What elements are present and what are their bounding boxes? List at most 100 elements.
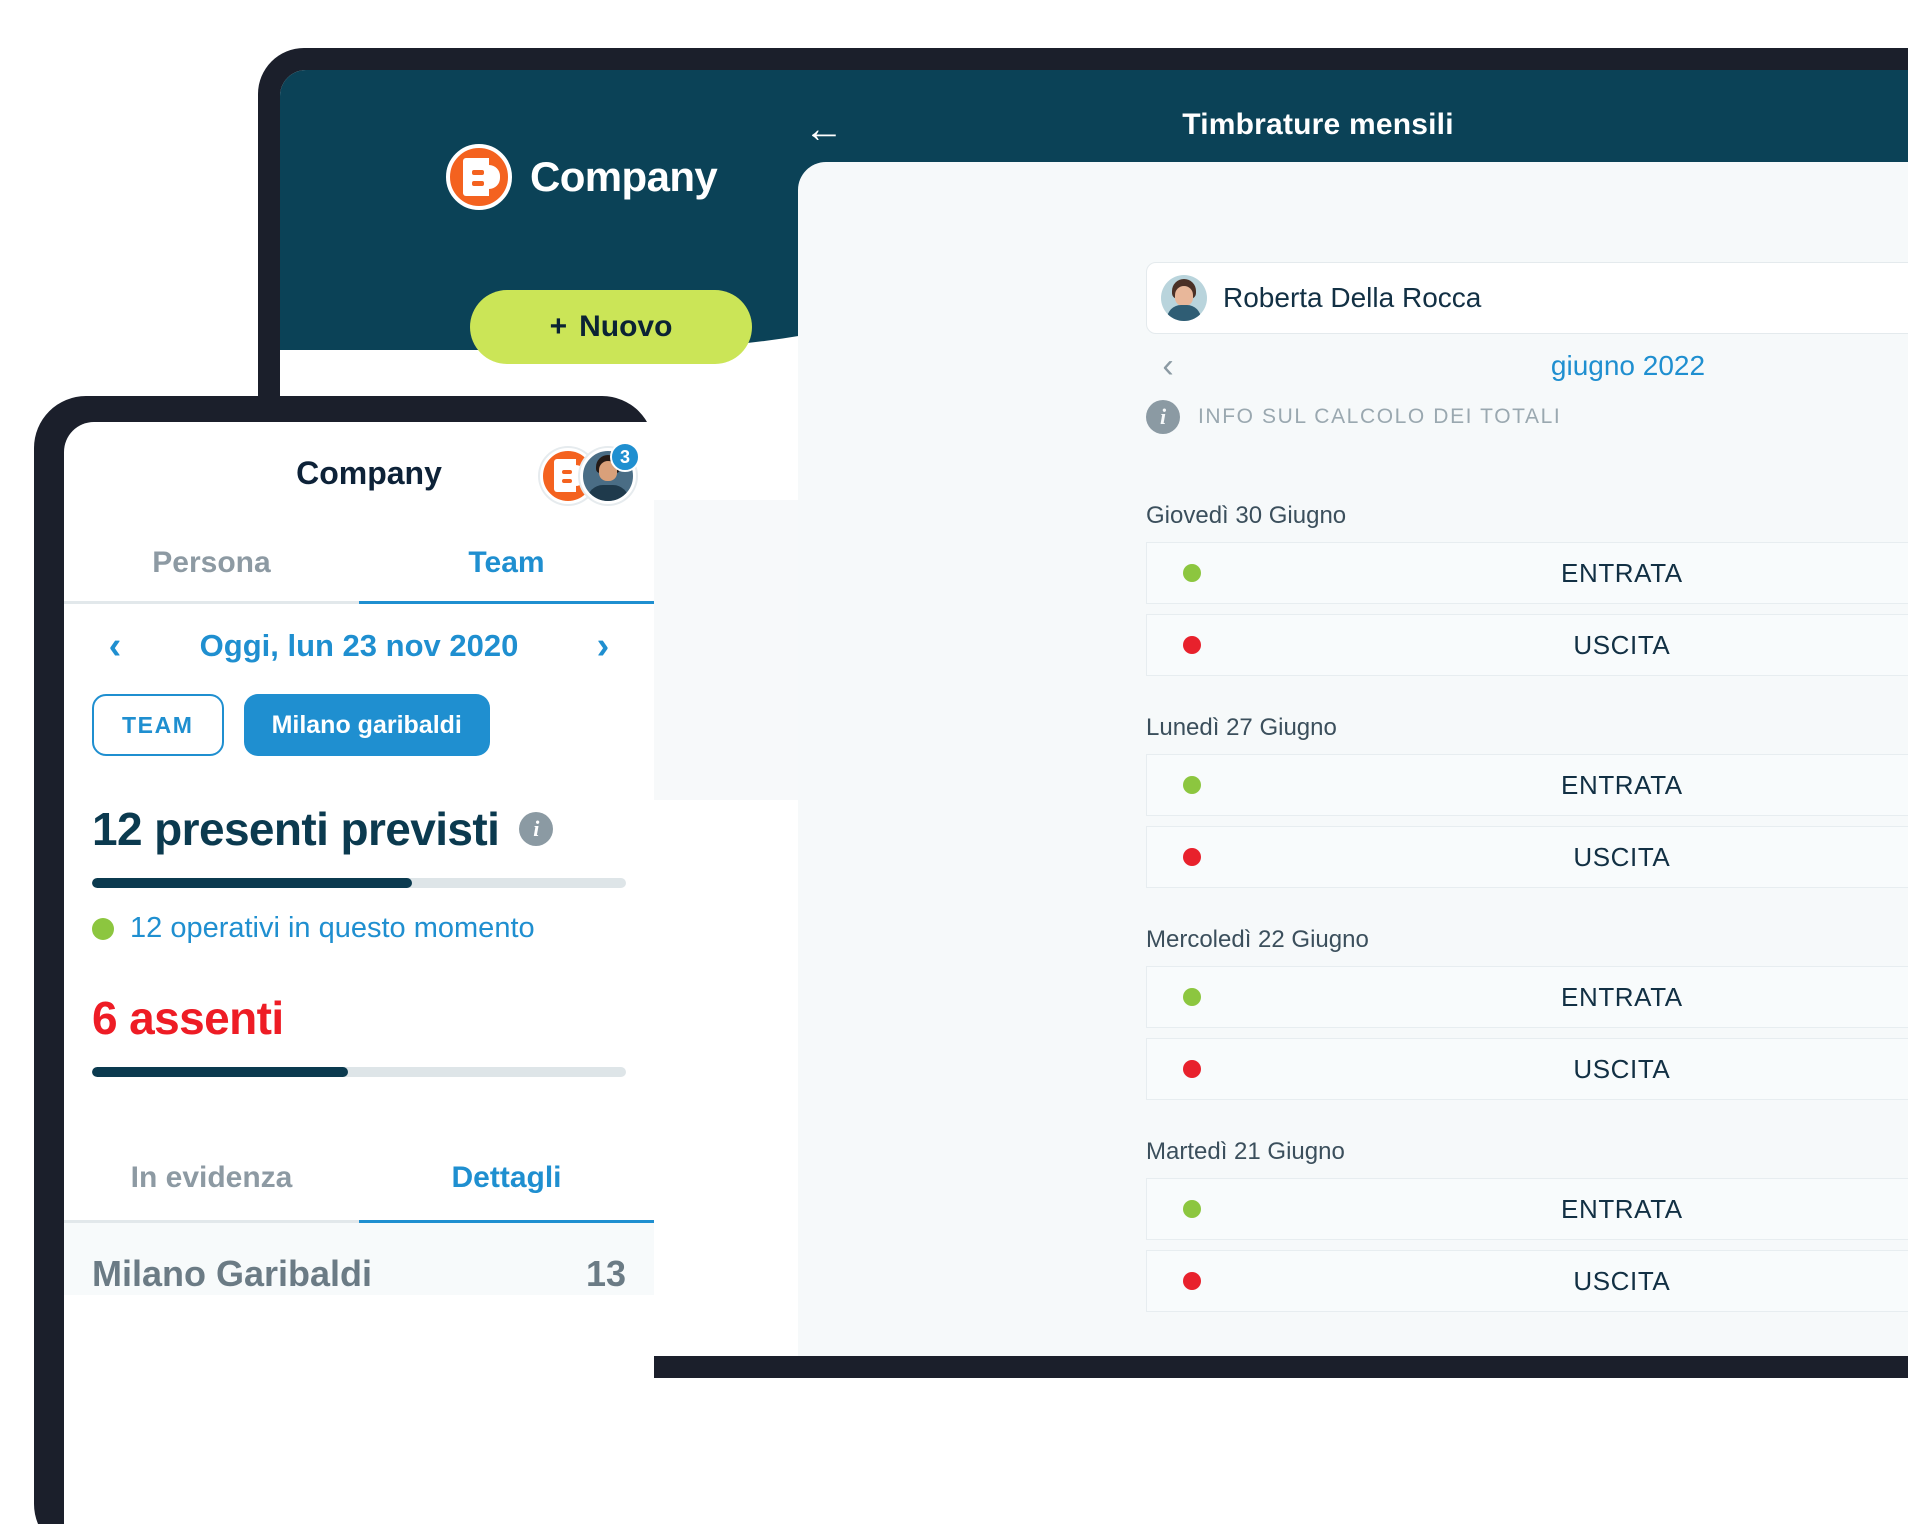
- table-row[interactable]: USCITA23:0: [1146, 1250, 1908, 1312]
- table-row[interactable]: ENTRATA20:0: [1146, 966, 1908, 1028]
- list-item-count: 13: [585, 1253, 626, 1294]
- present-progress-track: [92, 878, 626, 888]
- bottom-list: Milano Garibaldi 13: [64, 1223, 654, 1295]
- present-progress-fill: [92, 878, 413, 888]
- day-header: Lunedì 27 Giugno: [1146, 714, 1908, 754]
- status-dot-red: [1183, 1272, 1201, 1290]
- bottom-tab-active-underline: [359, 1220, 654, 1223]
- phone-header: Company 3: [64, 422, 654, 524]
- punch-label: USCITA: [1573, 629, 1671, 660]
- punch-label: USCITA: [1573, 1265, 1671, 1296]
- status-dot-green: [1183, 776, 1201, 794]
- status-dot-green: [1183, 988, 1201, 1006]
- status-dot-green: [92, 917, 114, 940]
- table-row[interactable]: USCITA20:0: [1146, 826, 1908, 888]
- info-totals-link[interactable]: i INFO SUL CALCOLO DEI TOTALI: [1146, 400, 1561, 434]
- day-group: Lunedì 27 Giugno ENTRATA14:0 USCITA20:0: [1146, 714, 1908, 888]
- d-plug-logo-icon: [446, 144, 512, 210]
- table-row[interactable]: USCITA17:0: [1146, 614, 1908, 676]
- table-row[interactable]: ENTRATA08:0: [1146, 542, 1908, 604]
- user-avatar-wrap[interactable]: 3: [580, 442, 640, 504]
- day-name: Martedì 21 Giugno: [1146, 1138, 1345, 1165]
- punch-label: USCITA: [1573, 1053, 1671, 1084]
- stats-section: 12 presenti previsti i 12 operativi in q…: [64, 756, 654, 1077]
- phone-top-tabs: Persona Team: [64, 524, 654, 604]
- page-title: Timbrature mensili: [1182, 108, 1454, 141]
- punch-label: USCITA: [1573, 841, 1671, 872]
- status-dot-green: [1183, 1200, 1201, 1218]
- info-icon[interactable]: i: [519, 812, 554, 846]
- day-name: Giovedì 30 Giugno: [1146, 502, 1347, 529]
- list-item[interactable]: Milano Garibaldi 13: [64, 1223, 654, 1295]
- absent-label: assenti: [129, 992, 284, 1044]
- month-label[interactable]: giugno 2022: [1190, 350, 1908, 382]
- phone-device: Company 3 Persona Team ‹ Oggi, lun 23 no…: [34, 396, 654, 1524]
- present-stat-title: 12 presenti previsti: [92, 802, 500, 856]
- filter-chip-row: TEAM Milano garibaldi: [64, 688, 654, 756]
- chip-team[interactable]: TEAM: [92, 694, 224, 756]
- month-navigator: ‹ giugno 2022: [1146, 338, 1908, 394]
- absent-progress-track: [92, 1067, 626, 1077]
- notification-badge: 3: [610, 442, 640, 472]
- day-header: Martedì 21 Giugno3: [1146, 1138, 1908, 1178]
- table-row[interactable]: ENTRATA20:0: [1146, 1178, 1908, 1240]
- brand-name: Company: [530, 153, 718, 200]
- chevron-left-icon[interactable]: ‹: [92, 625, 138, 668]
- punch-label: ENTRATA: [1561, 557, 1683, 588]
- screenshot-stage: ← Timbrature mensili Company + Nuovo Hom…: [0, 0, 1908, 1524]
- phone-avatar-group[interactable]: 3: [540, 442, 640, 504]
- present-sub-label: 12 operativi in questo momento: [130, 912, 535, 944]
- absent-stat-head: 6 assenti: [92, 991, 626, 1045]
- absent-stat-title: 6 assenti: [92, 991, 284, 1045]
- punch-label: ENTRATA: [1561, 1193, 1683, 1224]
- present-stat-head: 12 presenti previsti i: [92, 802, 626, 856]
- table-row[interactable]: USCITA20:0: [1146, 1038, 1908, 1100]
- new-button-label: Nuovo: [579, 310, 673, 343]
- chip-location[interactable]: Milano garibaldi: [243, 694, 490, 756]
- plus-icon: +: [549, 310, 568, 343]
- day-name: Lunedì 27 Giugno: [1146, 714, 1337, 741]
- days-list: Giovedì 30 Giugno8ENTRATA08:0 USCITA17:0 L…: [1146, 502, 1908, 1350]
- chevron-right-icon[interactable]: ›: [580, 625, 626, 668]
- present-count: 12: [92, 803, 143, 855]
- tab-team[interactable]: Team: [359, 524, 654, 601]
- status-dot-red: [1183, 1060, 1201, 1078]
- absent-count: 6: [92, 992, 118, 1044]
- present-label: presenti previsti: [154, 803, 500, 855]
- avatar: [1161, 275, 1207, 321]
- day-header: Mercoledì 22 Giugno3: [1146, 926, 1908, 966]
- present-sub-line: 12 operativi in questo momento: [92, 912, 626, 945]
- tab-active-underline: [359, 601, 654, 604]
- day-header: Giovedì 30 Giugno8: [1146, 502, 1908, 542]
- phone-bottom-tabs: In evidenza Dettagli: [64, 1135, 654, 1223]
- punch-label: ENTRATA: [1561, 981, 1683, 1012]
- timbrature-panel: Roberta Della Rocca ‹ giugno 2022 i INFO…: [798, 162, 1908, 1356]
- tab-dettagli[interactable]: Dettagli: [359, 1135, 654, 1220]
- person-selector[interactable]: Roberta Della Rocca: [1146, 262, 1908, 334]
- status-dot-red: [1183, 636, 1201, 654]
- new-button[interactable]: + Nuovo: [470, 290, 752, 364]
- phone-company-title: Company: [296, 454, 442, 491]
- present-stat-block: 12 presenti previsti i 12 operativi in q…: [92, 802, 626, 945]
- absent-stat-block: 6 assenti: [92, 991, 626, 1077]
- table-row[interactable]: ENTRATA14:0: [1146, 754, 1908, 816]
- status-dot-red: [1183, 848, 1201, 866]
- absent-progress-fill: [92, 1067, 349, 1077]
- brand-row: Company: [446, 144, 718, 210]
- day-name: Mercoledì 22 Giugno: [1146, 926, 1369, 953]
- day-group: Mercoledì 22 Giugno3ENTRATA20:0 USCITA20:…: [1146, 926, 1908, 1100]
- status-dot-green: [1183, 564, 1201, 582]
- day-group: Martedì 21 Giugno3ENTRATA20:0 USCITA23:0: [1146, 1138, 1908, 1312]
- day-group: Giovedì 30 Giugno8ENTRATA08:0 USCITA17:0: [1146, 502, 1908, 676]
- date-label[interactable]: Oggi, lun 23 nov 2020: [138, 628, 580, 664]
- tab-persona[interactable]: Persona: [64, 524, 359, 601]
- info-icon: i: [1146, 400, 1180, 434]
- phone-screen: Company 3 Persona Team ‹ Oggi, lun 23 no…: [64, 422, 654, 1524]
- info-totals-label: INFO SUL CALCOLO DEI TOTALI: [1198, 405, 1562, 428]
- punch-label: ENTRATA: [1561, 769, 1683, 800]
- person-name: Roberta Della Rocca: [1223, 282, 1482, 313]
- list-item-name: Milano Garibaldi: [92, 1253, 373, 1294]
- chevron-left-icon[interactable]: ‹: [1146, 349, 1190, 383]
- date-navigator: ‹ Oggi, lun 23 nov 2020 ›: [64, 604, 654, 688]
- tab-in-evidenza[interactable]: In evidenza: [64, 1135, 359, 1220]
